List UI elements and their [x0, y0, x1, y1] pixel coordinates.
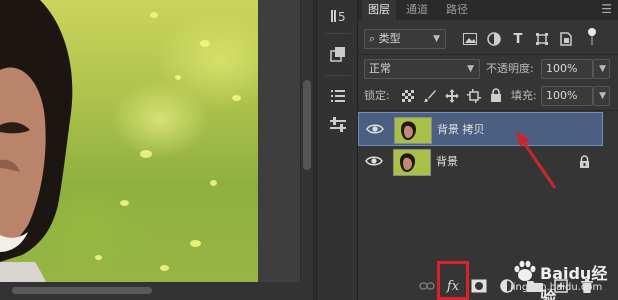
- filter-toggle-icon[interactable]: [584, 28, 600, 45]
- document-canvas[interactable]: [0, 0, 300, 282]
- layer-name[interactable]: 背景: [436, 145, 458, 179]
- chevron-down-icon: ▼: [467, 64, 474, 74]
- layer-row-background-copy[interactable]: 背景 拷贝: [358, 112, 603, 146]
- svg-text:5: 5: [338, 10, 346, 24]
- tab-paths[interactable]: 路径: [446, 0, 468, 20]
- canvas-photo: [0, 0, 258, 282]
- tab-channels[interactable]: 通道: [406, 0, 428, 20]
- horizontal-scrollbar[interactable]: [0, 282, 313, 300]
- filter-shape-icon[interactable]: [534, 31, 550, 47]
- portrait-silhouette: [0, 0, 73, 282]
- opacity-label: 不透明度:: [486, 62, 534, 75]
- blend-mode-dropdown[interactable]: 正常 ▼: [364, 59, 480, 79]
- watermark-brand: Baidu经验: [540, 264, 608, 300]
- canvas-pasteboard: [258, 0, 300, 282]
- visibility-eye-icon[interactable]: [366, 122, 384, 138]
- history-icon[interactable]: 5: [326, 4, 350, 28]
- fill-value: 100%: [546, 89, 578, 102]
- layer-thumbnail: [393, 149, 431, 176]
- tab-layers[interactable]: 图层: [362, 0, 396, 20]
- filter-type-icon[interactable]: T: [510, 31, 526, 47]
- adjustment-sliders-icon[interactable]: [326, 112, 350, 136]
- layers-panel: 图层 通道 路径 ☰ ⌕ 类型 ▼ T 正常 ▼ 不透明度: 100% ▼ 锁定…: [358, 0, 618, 300]
- add-mask-icon[interactable]: [470, 277, 488, 295]
- fx-highlight-box: [437, 261, 469, 300]
- watermark-site: jingyan.baidu.com: [510, 282, 603, 293]
- opacity-input[interactable]: 100%: [541, 59, 593, 79]
- lock-all-icon[interactable]: [488, 87, 504, 103]
- fill-stepper[interactable]: ▼: [593, 86, 610, 106]
- scrollbar-thumb[interactable]: [12, 287, 152, 294]
- libraries-icon[interactable]: [326, 42, 350, 66]
- chevron-down-icon: ▼: [599, 91, 606, 101]
- link-layers-icon[interactable]: [418, 277, 436, 295]
- chevron-down-icon: ▼: [599, 64, 606, 74]
- filter-adjustment-icon[interactable]: [486, 31, 502, 47]
- lock-artboard-icon[interactable]: [466, 88, 482, 104]
- paragraph-icon[interactable]: [326, 84, 350, 108]
- layer-lock-icon[interactable]: [579, 155, 590, 171]
- opacity-value: 100%: [546, 62, 578, 75]
- chevron-down-icon: ▼: [433, 34, 440, 44]
- filter-smart-object-icon[interactable]: [558, 31, 574, 47]
- filter-pixel-icon[interactable]: [462, 31, 478, 47]
- vertical-scrollbar[interactable]: [301, 0, 313, 282]
- blend-mode-value: 正常: [369, 62, 391, 75]
- lock-label: 锁定:: [364, 89, 390, 102]
- fill-label: 填充:: [511, 89, 537, 102]
- layer-row-background[interactable]: 背景: [358, 145, 603, 179]
- baidu-paw-logo: [514, 260, 536, 281]
- layer-name[interactable]: 背景 拷贝: [437, 113, 485, 147]
- panel-tabbar: 图层 通道 路径 ☰: [358, 0, 618, 20]
- scrollbar-thumb[interactable]: [303, 80, 311, 170]
- layer-filter-dropdown[interactable]: ⌕ 类型 ▼: [364, 29, 446, 49]
- panel-dock-strip: 5: [316, 0, 358, 300]
- fill-input[interactable]: 100%: [541, 86, 593, 106]
- lock-transparent-icon[interactable]: [400, 88, 416, 104]
- lock-position-move-icon[interactable]: [444, 88, 460, 104]
- opacity-stepper[interactable]: ▼: [593, 59, 610, 79]
- panel-menu-icon[interactable]: ☰: [601, 2, 612, 16]
- watermark: Baidu经验 jingyan.baidu.com: [510, 260, 610, 300]
- layer-thumbnail: [394, 117, 432, 144]
- visibility-eye-icon[interactable]: [365, 154, 383, 170]
- search-icon: ⌕: [369, 32, 379, 45]
- layer-filter-label: 类型: [378, 32, 401, 45]
- lock-pixels-brush-icon[interactable]: [422, 88, 438, 104]
